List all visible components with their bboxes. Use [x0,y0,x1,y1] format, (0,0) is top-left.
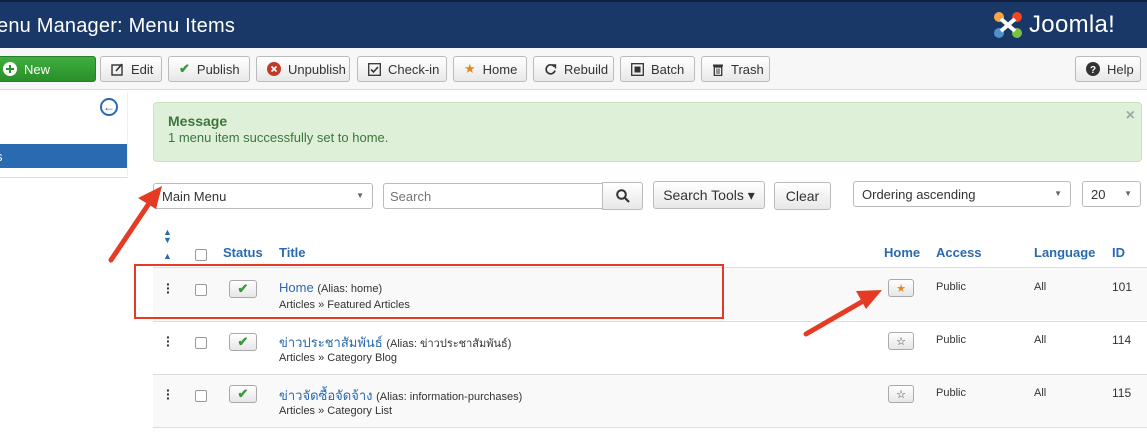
collapse-sidebar-icon[interactable]: ← [100,98,118,116]
joomla-logo: Joomla! [991,10,1115,40]
select-all-checkbox[interactable] [195,249,207,261]
column-access[interactable]: Access [936,245,982,260]
table-row-title[interactable]: ข่าวจัดซื้อจัดจ้าง (Alias: information-p… [279,385,522,406]
trash-button[interactable]: Trash [701,56,770,82]
access-cell: Public [936,334,966,346]
language-cell: All [1034,281,1047,293]
column-id[interactable]: ID [1112,245,1125,260]
star-outline-icon: ☆ [896,388,906,401]
trash-icon [712,63,724,76]
caret-down-icon: ▼ [356,191,364,200]
row-checkbox[interactable] [195,337,207,349]
edit-button[interactable]: Edit [100,56,162,82]
edit-icon [111,62,124,76]
new-button[interactable]: New [0,56,96,82]
column-home[interactable]: Home [884,245,920,260]
column-title[interactable]: Title [279,245,306,260]
check-icon: ✔ [179,61,190,76]
cancel-circle-icon [267,62,281,76]
unpublish-button[interactable]: Unpublish [256,56,350,82]
batch-button[interactable]: Batch [620,56,695,82]
home-default-button[interactable]: ★ [888,279,914,297]
caret-down-icon: ▼ [1124,189,1132,198]
caret-down-icon: ▼ [1054,189,1062,198]
app-header: enu Manager: Menu Items Joomla! [0,0,1147,48]
clear-button[interactable]: Clear [774,182,831,210]
star-outline-icon: ☆ [896,335,906,348]
id-cell: 115 [1112,386,1132,400]
search-icon [615,189,630,203]
sort-icon[interactable]: ▲ ▼ ▲ [163,228,172,261]
star-filled-icon: ★ [896,282,906,295]
language-cell: All [1034,334,1047,346]
help-button[interactable]: ? Help [1075,56,1141,82]
help-icon: ? [1086,62,1100,76]
success-message: Message 1 menu item successfully set to … [153,102,1142,162]
row-divider [153,321,1147,322]
checkbox-checked-icon [368,62,381,76]
table-row-category: Articles » Category Blog [279,352,397,364]
drag-handle-icon[interactable]: · · · [166,330,171,352]
message-heading: Message [168,113,228,129]
menu-select[interactable]: Main Menu ▼ [153,183,373,209]
sidebar-item-menu-items[interactable]: s [0,144,127,168]
joomla-mark-icon [991,10,1025,40]
column-language[interactable]: Language [1034,245,1095,260]
annotation-highlight-box [134,264,724,319]
column-status[interactable]: Status [223,245,263,260]
search-tools-button[interactable]: Search Tools ▾ [653,181,765,209]
language-cell: All [1034,387,1047,399]
access-cell: Public [936,281,966,293]
check-icon: ✔ [237,334,249,349]
status-published-button[interactable]: ✔ [229,385,257,403]
search-input[interactable] [383,183,603,209]
home-button[interactable]: ★ Home [453,56,527,82]
id-cell: 114 [1112,333,1132,347]
page-title: enu Manager: Menu Items [0,15,236,37]
rebuild-button[interactable]: Rebuild [533,56,614,82]
table-row-title[interactable]: ข่าวประชาสัมพันธ์ (Alias: ข่าวประชาสัมพั… [279,332,511,353]
ordering-select[interactable]: Ordering ascending ▼ [853,181,1071,207]
status-published-button[interactable]: ✔ [229,333,257,351]
drag-handle-icon[interactable]: · · · [166,383,171,405]
home-set-button[interactable]: ☆ [888,385,914,403]
svg-text:?: ? [1090,65,1096,76]
search-button[interactable] [602,182,643,210]
id-cell: 101 [1112,280,1133,294]
check-icon: ✔ [237,386,249,401]
row-checkbox[interactable] [195,390,207,402]
table-row-category: Articles » Category List [279,405,393,417]
checkin-button[interactable]: Check-in [357,56,447,82]
message-body: 1 menu item successfully set to home. [168,130,389,145]
home-set-button[interactable]: ☆ [888,332,914,350]
row-divider [153,427,1147,428]
refresh-icon [544,63,557,76]
access-cell: Public [936,387,966,399]
plus-circle-icon [3,62,17,76]
toolbar: New Edit ✔ Publish Unpublish Check-in ★ Ho… [0,48,1147,90]
joomla-wordmark: Joomla! [1029,11,1116,38]
limit-select[interactable]: 20 ▼ [1082,181,1141,207]
batch-icon [631,62,644,76]
publish-button[interactable]: ✔ Publish [168,56,250,82]
star-icon: ★ [464,61,476,76]
close-icon[interactable]: × [1126,107,1135,125]
